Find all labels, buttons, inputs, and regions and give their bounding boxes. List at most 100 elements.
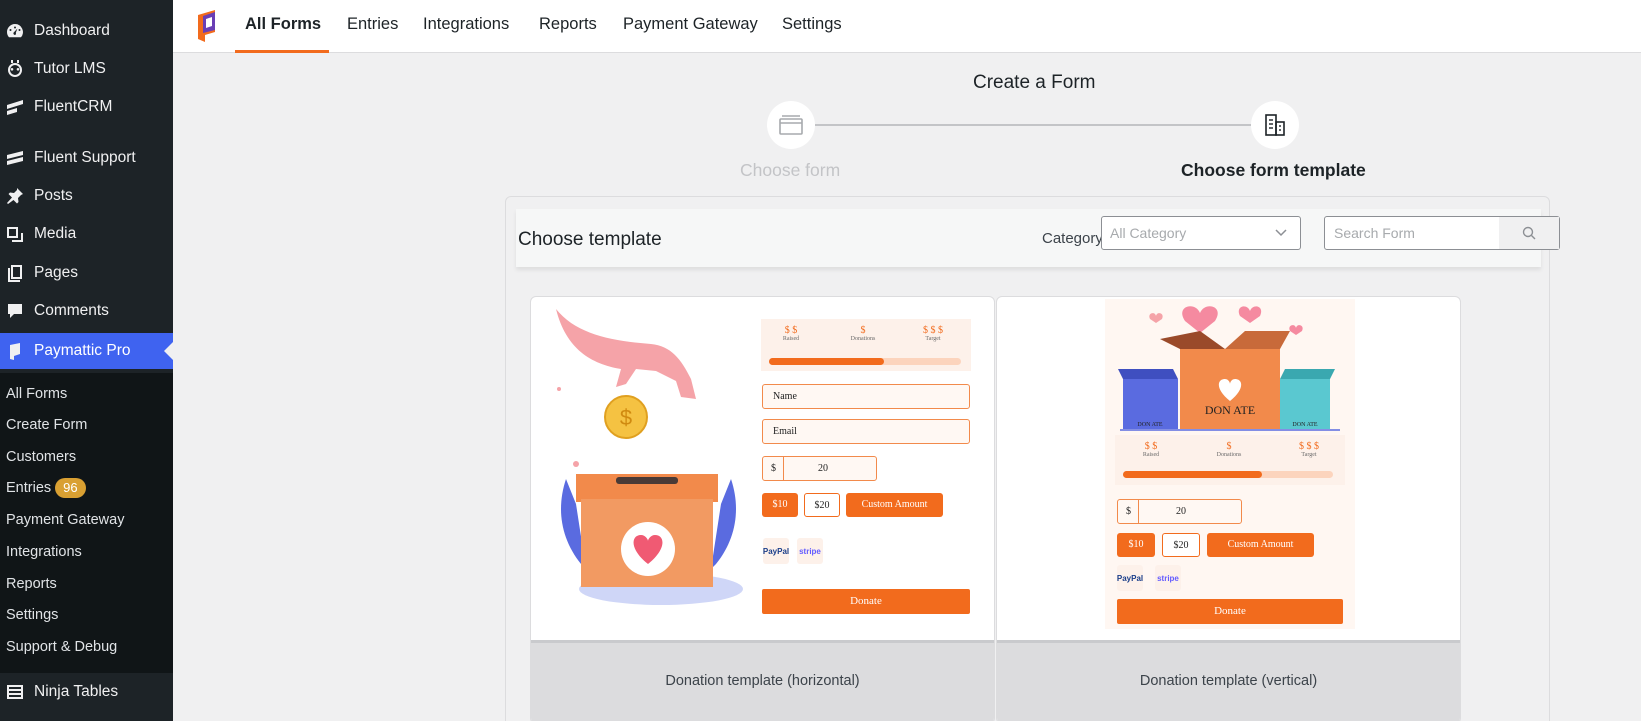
category-select[interactable]: All Category	[1101, 216, 1301, 250]
submenu-label: Support & Debug	[6, 639, 118, 655]
fluent-support-icon	[4, 147, 26, 169]
tab-entries[interactable]: Entries	[347, 0, 398, 53]
submenu-create-form[interactable]: Create Form	[6, 414, 87, 436]
submenu-payment-gateway[interactable]: Payment Gateway	[6, 509, 124, 531]
tab-payment-gateway[interactable]: Payment Gateway	[623, 0, 758, 53]
stat-label: Raised	[782, 336, 800, 342]
chevron-down-icon	[1275, 229, 1287, 237]
media-icon	[4, 223, 26, 245]
menu-item-fluent-support[interactable]: Fluent Support	[0, 140, 173, 176]
progress-fill	[1123, 471, 1262, 478]
search-button[interactable]	[1499, 217, 1559, 249]
template-panel: Choose template Category All Category $	[505, 196, 1560, 721]
admin-sidebar: Dashboard Tutor LMS FluentCRM Fluent Sup…	[0, 0, 173, 721]
stat-label: Target	[1301, 452, 1317, 458]
submenu-label: Entries	[6, 480, 52, 496]
paymattic-logo[interactable]	[193, 8, 219, 44]
step-label-choose-template: Choose form template	[1181, 160, 1366, 180]
panel-title: Choose template	[518, 229, 662, 250]
stat-label: Donations	[850, 336, 876, 342]
menu-item-pages[interactable]: Pages	[0, 255, 173, 291]
amount-field: $ 20	[1117, 499, 1242, 524]
box-label-right: DON ATE	[1292, 422, 1318, 428]
comment-icon	[4, 300, 26, 322]
step-label-choose-form: Choose form	[740, 160, 841, 180]
menu-item-paymattic-pro[interactable]: Paymattic Pro	[0, 333, 173, 369]
top-navigation: All Forms Entries Integrations Reports P…	[173, 0, 1641, 53]
submenu-customers[interactable]: Customers	[6, 446, 76, 468]
amount-20-button: $20	[804, 493, 840, 517]
custom-amount-button: Custom Amount	[846, 493, 943, 517]
submenu-integrations[interactable]: Integrations	[6, 541, 82, 563]
donate-button: Donate	[762, 589, 970, 614]
template-panel-header: Choose template Category All Category	[516, 209, 1560, 267]
custom-amount-button: Custom Amount	[1207, 533, 1314, 557]
step-choose-form[interactable]	[767, 101, 815, 149]
search-form-box	[1324, 216, 1560, 250]
svg-text:$: $	[620, 405, 632, 430]
menu-item-posts[interactable]: Posts	[0, 178, 173, 214]
name-field: Name	[762, 384, 970, 409]
menu-item-media[interactable]: Media	[0, 216, 173, 252]
stat-value: $ $ $	[1299, 441, 1319, 452]
submenu-label: Payment Gateway	[6, 512, 125, 528]
donate-button: Donate	[1117, 599, 1343, 624]
template-card-vertical[interactable]: DON ATE DON ATE DON ATE $ $ Raised $ Donat…	[996, 296, 1461, 721]
submenu-label: Integrations	[6, 544, 82, 560]
progress-bar	[769, 358, 961, 365]
menu-label: FluentCRM	[34, 98, 113, 115]
stat-donations: $ Donations	[1207, 441, 1251, 458]
box-label: DON ATE	[1205, 403, 1255, 417]
template-card-horizontal[interactable]: $ $ $ Raised $ Donations $ $ $ Target Name …	[530, 296, 995, 721]
search-input[interactable]	[1325, 217, 1499, 249]
submenu-label: All Forms	[6, 386, 68, 402]
submenu-settings[interactable]: Settings	[6, 604, 58, 626]
menu-item-ninja-tables[interactable]: Ninja Tables	[0, 674, 173, 710]
submenu-label: Create Form	[6, 417, 88, 433]
stat-value: $ $ $	[923, 325, 943, 336]
page-title: Create a Form	[973, 72, 1096, 93]
stat-value: $ $	[1144, 441, 1158, 452]
menu-item-comments[interactable]: Comments	[0, 293, 173, 329]
menu-label: Pages	[34, 264, 78, 281]
table-icon	[4, 681, 26, 703]
menu-item-dashboard[interactable]: Dashboard	[0, 13, 173, 49]
menu-label: Comments	[34, 302, 109, 319]
stats-strip: $ $ Raised $ Donations $ $ $ Target	[1115, 435, 1345, 485]
stat-value: $ $	[784, 325, 798, 336]
tutor-icon	[4, 58, 26, 80]
step-choose-template[interactable]	[1251, 101, 1299, 149]
stats-strip: $ $ Raised $ Donations $ $ $ Target	[761, 319, 971, 371]
tab-all-forms[interactable]: All Forms	[235, 0, 329, 53]
entries-count-badge: 96	[55, 478, 86, 498]
menu-label: Paymattic Pro	[34, 342, 131, 359]
step-connector	[815, 124, 1255, 126]
tab-settings[interactable]: Settings	[782, 0, 842, 53]
stat-raised: $ $ Raised	[771, 325, 811, 342]
menu-item-fluentcrm[interactable]: FluentCRM	[0, 89, 173, 125]
menu-item-tutor-lms[interactable]: Tutor LMS	[0, 51, 173, 87]
amount-10-button: $10	[762, 493, 798, 517]
stat-donations: $ Donations	[841, 325, 885, 342]
template-preview-horizontal: $ $ $ Raised $ Donations $ $ $ Target Name …	[531, 309, 994, 625]
box-label-left: DON ATE	[1137, 422, 1163, 428]
amount-value: 20	[818, 463, 828, 474]
tab-reports[interactable]: Reports	[539, 0, 597, 53]
template-name: Donation template (horizontal)	[531, 640, 994, 721]
stat-label: Raised	[1142, 452, 1160, 458]
tab-integrations[interactable]: Integrations	[423, 0, 509, 53]
submenu-all-forms[interactable]: All Forms	[6, 383, 67, 405]
submenu-entries[interactable]: Entries 96	[6, 477, 86, 499]
currency-symbol: $	[771, 463, 776, 474]
submenu-reports[interactable]: Reports	[6, 573, 57, 595]
category-label: Category	[1042, 230, 1103, 247]
email-field: Email	[762, 419, 970, 444]
template-icon	[1265, 114, 1285, 136]
amount-value: 20	[1176, 506, 1186, 517]
stripe-option: stripe	[1155, 565, 1181, 591]
amount-10-button: $10	[1117, 533, 1155, 557]
menu-label: Fluent Support	[34, 149, 136, 166]
submenu-support-debug[interactable]: Support & Debug	[6, 636, 117, 658]
menu-label: Media	[34, 225, 77, 242]
stat-value: $	[860, 325, 866, 336]
